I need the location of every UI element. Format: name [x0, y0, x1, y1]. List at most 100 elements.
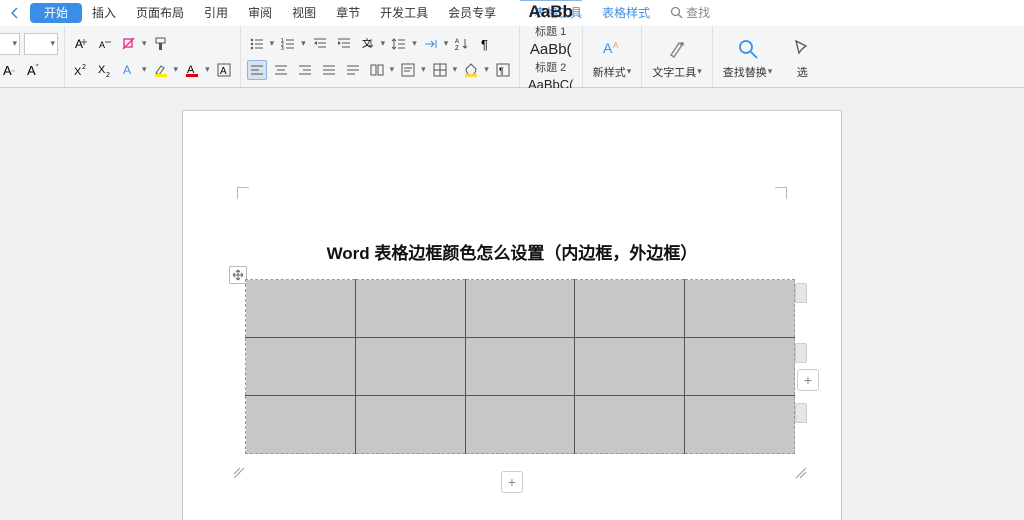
chevron-down-icon[interactable]: ▾ [412, 38, 417, 49]
borders-icon[interactable] [430, 60, 450, 80]
chevron-down-icon[interactable]: ▾ [142, 38, 147, 49]
table-cell[interactable] [685, 280, 795, 338]
document-table[interactable] [245, 279, 795, 454]
chevron-down-icon: ▾ [12, 38, 17, 49]
back-arrow[interactable] [6, 4, 24, 22]
tab-table-styles[interactable]: 表格样式 [592, 0, 660, 26]
chevron-down-icon[interactable]: ▾ [484, 64, 489, 75]
show-marks-icon[interactable]: ¶ [476, 34, 496, 54]
tab-stop-icon[interactable] [421, 34, 441, 54]
chevron-down-icon[interactable]: ▾ [301, 38, 306, 49]
select-button[interactable]: 选 [782, 26, 814, 87]
row-stub-2[interactable] [795, 343, 807, 363]
grow-font-icon[interactable]: A [71, 34, 91, 54]
columns-icon[interactable] [367, 60, 387, 80]
style-heading2[interactable]: AaBb( 标题 2 [520, 40, 582, 76]
text-tools-button[interactable]: 文字工具▾ [642, 26, 712, 87]
font-size-dropdown[interactable]: ▾ [24, 33, 58, 55]
bullets-icon[interactable] [247, 34, 267, 54]
table-cell[interactable] [685, 396, 795, 454]
table-cell[interactable] [465, 338, 575, 396]
chevron-down-icon[interactable]: ▾ [205, 64, 210, 75]
tab-dev-tools[interactable]: 开发工具 [370, 0, 438, 26]
superscript-icon[interactable]: X2 [71, 60, 91, 80]
table-row[interactable] [246, 338, 795, 396]
table-cell[interactable] [465, 396, 575, 454]
table-row[interactable] [246, 280, 795, 338]
row-stub-1[interactable] [795, 283, 807, 303]
decrease-font-icon[interactable]: A⁻ [0, 60, 20, 80]
table-row[interactable] [246, 396, 795, 454]
chevron-down-icon[interactable]: ▾ [453, 64, 458, 75]
table-cell[interactable] [685, 338, 795, 396]
paragraph-settings-icon[interactable]: ¶ [493, 60, 513, 80]
select-label: 选 [797, 64, 808, 80]
clear-format-icon[interactable] [119, 34, 139, 54]
font-color-icon[interactable]: A [182, 60, 202, 80]
align-distribute-icon[interactable] [343, 60, 363, 80]
table-cell[interactable] [575, 280, 685, 338]
tab-references[interactable]: 引用 [194, 0, 238, 26]
tab-review[interactable]: 审阅 [238, 0, 282, 26]
tab-start[interactable]: 开始 [30, 3, 82, 23]
table-cell[interactable] [246, 396, 356, 454]
table-resize-handle-right[interactable] [795, 467, 807, 479]
new-style-button[interactable]: AA 新样式▾ [583, 26, 642, 87]
align-center-icon[interactable] [271, 60, 291, 80]
font-name-dropdown[interactable]: ▾ [0, 33, 20, 55]
style-heading1[interactable]: AaBb 标题 1 [520, 1, 582, 40]
shrink-font-icon[interactable]: A [95, 34, 115, 54]
decrease-indent-icon[interactable] [310, 34, 330, 54]
table-cell[interactable] [355, 396, 465, 454]
tab-sections[interactable]: 章节 [326, 0, 370, 26]
chevron-down-icon[interactable]: ▾ [142, 64, 147, 75]
chevron-down-icon[interactable]: ▾ [270, 38, 275, 49]
chevron-down-icon[interactable]: ▾ [174, 64, 179, 75]
increase-font-icon[interactable]: A⁺ [24, 60, 44, 80]
subscript-icon[interactable]: X2 [95, 60, 115, 80]
table-cell[interactable] [246, 280, 356, 338]
svg-text:⁻: ⁻ [11, 68, 15, 77]
tab-insert[interactable]: 插入 [82, 0, 126, 26]
svg-text:A: A [455, 39, 459, 45]
table-cell[interactable] [355, 280, 465, 338]
table-cell[interactable] [355, 338, 465, 396]
align-left-icon[interactable] [247, 60, 267, 80]
align-justify-icon[interactable] [319, 60, 339, 80]
tab-page-layout[interactable]: 页面布局 [126, 0, 194, 26]
search-icon [670, 6, 683, 19]
style-preview: AaBb [529, 2, 573, 22]
chevron-down-icon[interactable]: ▾ [381, 38, 386, 49]
sort-icon[interactable]: AZ [452, 34, 472, 54]
shading-icon[interactable] [461, 60, 481, 80]
align-right-icon[interactable] [295, 60, 315, 80]
table-cell[interactable] [465, 280, 575, 338]
table-cell[interactable] [246, 338, 356, 396]
move-icon [232, 269, 244, 281]
increase-indent-icon[interactable] [334, 34, 354, 54]
row-stub-3[interactable] [795, 403, 807, 423]
char-border-icon[interactable]: A [214, 60, 234, 80]
svg-text:A: A [603, 40, 613, 56]
line-spacing-icon[interactable] [389, 34, 409, 54]
document-title[interactable]: Word 表格边框颜色怎么设置（内边框，外边框） [183, 239, 841, 264]
highlight-icon[interactable] [151, 60, 171, 80]
search-box[interactable]: 查找 [670, 4, 710, 21]
document-page[interactable]: Word 表格边框颜色怎么设置（内边框，外边框） + + [182, 110, 842, 520]
cell-align-icon[interactable] [398, 60, 418, 80]
tab-view[interactable]: 视图 [282, 0, 326, 26]
add-row-button[interactable]: + [501, 471, 523, 493]
table-cell[interactable] [575, 396, 685, 454]
chevron-down-icon[interactable]: ▾ [390, 64, 395, 75]
tab-member[interactable]: 会员专享 [438, 0, 506, 26]
table-resize-handle-left[interactable] [233, 467, 245, 479]
table-cell[interactable] [575, 338, 685, 396]
add-column-button[interactable]: + [797, 369, 819, 391]
chevron-down-icon[interactable]: ▾ [421, 64, 426, 75]
chevron-down-icon[interactable]: ▾ [444, 38, 449, 49]
text-direction-icon[interactable]: 文 [358, 34, 378, 54]
font-case-icon[interactable]: A [119, 60, 139, 80]
find-replace-button[interactable]: 查找替换▾ [713, 26, 783, 87]
format-painter-icon[interactable] [151, 34, 171, 54]
numbering-icon[interactable]: 123 [278, 34, 298, 54]
